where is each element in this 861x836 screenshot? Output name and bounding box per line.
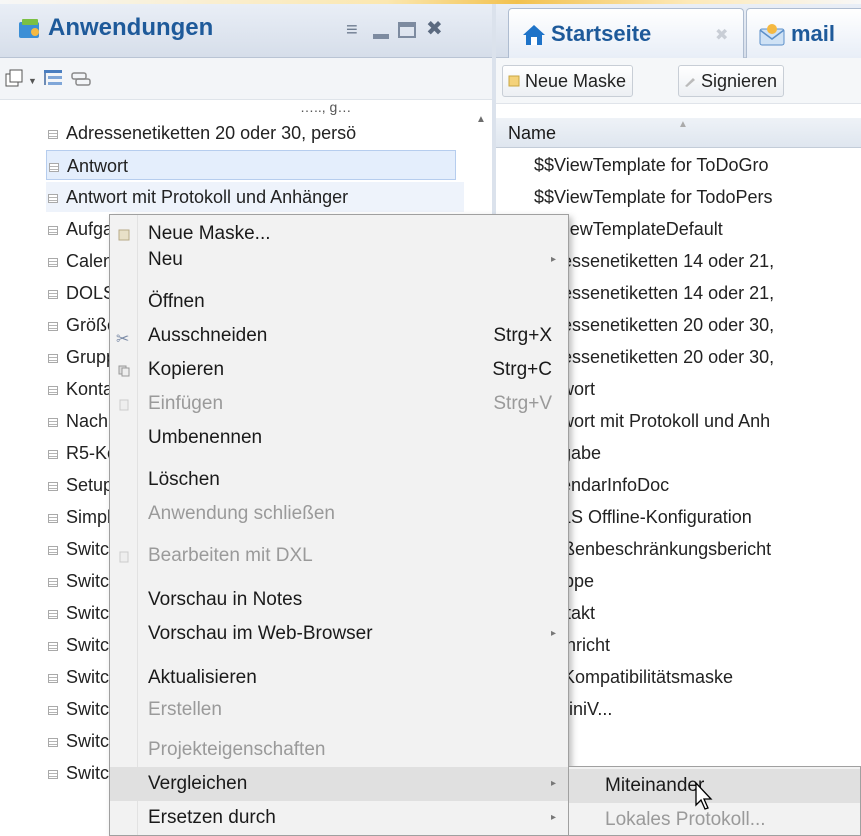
applications-panel-header: Anwendungen ≡ ✖ bbox=[0, 4, 492, 58]
list-item[interactable]: Adressenetiketten 20 oder 30, bbox=[534, 310, 774, 340]
close-tab-icon[interactable]: ✖ bbox=[715, 25, 728, 45]
submenu-arrow-icon: ▸ bbox=[550, 778, 556, 789]
scroll-up-arrow-icon[interactable]: ▲ bbox=[476, 114, 486, 125]
new-form-icon bbox=[508, 75, 520, 87]
close-panel-icon[interactable]: ✖ bbox=[426, 19, 443, 39]
menu-item-cut[interactable]: ✂ Ausschneiden Strg+X bbox=[110, 319, 568, 353]
list-item[interactable]: Adressenetiketten 14 oder 21, bbox=[534, 246, 774, 276]
menu-item-replace-with[interactable]: Ersetzen durch ▸ bbox=[110, 801, 568, 835]
minimize-icon[interactable] bbox=[372, 24, 390, 44]
menu-item-new[interactable]: Neu ▸ bbox=[110, 243, 568, 277]
tree-item[interactable]: Antwort mit Protokoll und Anhänger bbox=[46, 182, 464, 212]
list-item[interactable]: Adressenetiketten 14 oder 21, bbox=[534, 278, 774, 308]
editor-toolbar: Neue Maske Signieren bbox=[496, 58, 861, 104]
mail-icon bbox=[759, 24, 785, 46]
tree-item[interactable]: Setup bbox=[48, 470, 113, 500]
menu-item-preview-in-notes[interactable]: Vorschau in Notes bbox=[110, 583, 568, 617]
copy-icon bbox=[118, 365, 130, 377]
menu-item-compare[interactable]: Vergleichen ▸ bbox=[110, 767, 568, 801]
menu-item-build[interactable]: Erstellen bbox=[110, 693, 568, 727]
menu-item-project-properties[interactable]: Projekteigenschaften bbox=[110, 733, 568, 767]
submenu-arrow-icon: ▸ bbox=[550, 254, 556, 265]
sort-arrow-icon: ▲ bbox=[678, 119, 688, 130]
submenu-arrow-icon: ▸ bbox=[550, 812, 556, 823]
submenu-arrow-icon: ▸ bbox=[550, 628, 556, 639]
paste-icon bbox=[119, 399, 129, 411]
tab-startseite[interactable]: Startseite ✖ bbox=[508, 8, 744, 58]
column-header-name[interactable]: Name ▲ bbox=[496, 118, 861, 148]
home-icon bbox=[523, 25, 545, 45]
context-menu: Neue Maske... Neu ▸ Öffnen ✂ Ausschneide… bbox=[109, 214, 569, 836]
tree-item[interactable]: Adressenetiketten 20 oder 30, persö bbox=[48, 118, 356, 148]
menu-item-close-application[interactable]: Anwendung schließen bbox=[110, 497, 568, 531]
new-form-button[interactable]: Neue Maske bbox=[502, 65, 634, 97]
new-window-icon[interactable] bbox=[4, 68, 26, 95]
menu-item-open[interactable]: Öffnen bbox=[110, 285, 568, 319]
dxl-icon bbox=[119, 551, 129, 563]
menu-item-edit-with-dxl[interactable]: Bearbeiten mit DXL bbox=[110, 539, 568, 573]
sign-icon bbox=[685, 78, 695, 87]
menu-item-refresh[interactable]: Aktualisieren bbox=[110, 661, 568, 695]
tree-item-selected[interactable]: Antwort bbox=[46, 150, 456, 180]
tab-mail[interactable]: mail bbox=[746, 8, 861, 58]
tree-view-icon[interactable] bbox=[42, 68, 64, 95]
mouse-cursor-icon bbox=[695, 781, 713, 810]
list-item[interactable]: $$ViewTemplate for TodoPers bbox=[534, 182, 772, 212]
sign-button[interactable]: Signieren bbox=[678, 65, 785, 97]
list-item[interactable]: Antwort mit Protokoll und Anh bbox=[534, 406, 770, 436]
menu-item-copy[interactable]: Kopieren Strg+C bbox=[110, 353, 568, 387]
menu-item-preview-in-web-browser[interactable]: Vorschau im Web-Browser ▸ bbox=[110, 617, 568, 651]
menu-item-delete[interactable]: Löschen bbox=[110, 463, 568, 497]
tab-bar: Startseite ✖ mail bbox=[496, 4, 861, 58]
menu-item-paste[interactable]: Einfügen Strg+V bbox=[110, 387, 568, 421]
list-item[interactable]: Größenbeschränkungsbericht bbox=[534, 534, 771, 564]
applications-panel-title: Anwendungen bbox=[48, 14, 214, 41]
panel-menu-icon[interactable]: ≡ bbox=[346, 20, 358, 40]
cut-icon: ✂ bbox=[116, 331, 130, 348]
chevron-down-icon[interactable]: ▼ bbox=[28, 76, 37, 86]
list-item[interactable]: Adressenetiketten 20 oder 30, bbox=[534, 342, 774, 372]
new-form-icon bbox=[118, 229, 130, 241]
menu-item-rename[interactable]: Umbenennen bbox=[110, 421, 568, 455]
applications-toolbar: ▼ bbox=[0, 58, 492, 100]
link-view-icon[interactable] bbox=[70, 68, 92, 95]
list-item[interactable]: $$ViewTemplate for ToDoGro bbox=[534, 150, 768, 180]
maximize-icon[interactable] bbox=[398, 22, 416, 42]
applications-icon bbox=[19, 19, 39, 38]
